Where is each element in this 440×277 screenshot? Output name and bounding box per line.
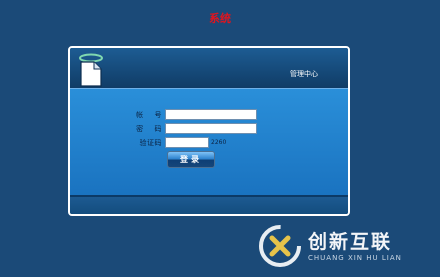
- page: { "system_title": "系统", "header": { "man…: [0, 0, 440, 277]
- watermark-text: 创新互联: [308, 231, 393, 253]
- login-form: 帐 号 密 码 验证码 2260 登录: [70, 89, 348, 197]
- login-button[interactable]: 登录: [167, 151, 215, 168]
- panel-footer: [70, 197, 348, 214]
- captcha-label: 验证码: [139, 139, 162, 147]
- account-label: 帐 号: [136, 111, 162, 119]
- system-title: 系统: [209, 12, 231, 25]
- account-row: 帐 号: [70, 109, 348, 123]
- account-input[interactable]: [165, 109, 257, 120]
- captcha-code[interactable]: 2260: [211, 138, 226, 148]
- brand-logo-icon: [259, 225, 301, 267]
- watermark: 创新互联 CHUANG XIN HU LIAN: [256, 222, 440, 277]
- watermark-subtext: CHUANG XIN HU LIAN: [308, 254, 402, 262]
- document-logo-icon: [79, 53, 103, 87]
- password-row: 密 码: [70, 123, 348, 137]
- password-input[interactable]: [165, 123, 257, 134]
- login-panel: 管理中心 帐 号 密 码 验证码 2260 登录: [68, 46, 350, 216]
- captcha-row: 验证码 2260: [70, 137, 348, 151]
- management-center-label: 管理中心: [290, 70, 318, 78]
- captcha-input[interactable]: [165, 137, 209, 148]
- password-label: 密 码: [136, 125, 162, 133]
- panel-header: 管理中心: [70, 48, 348, 89]
